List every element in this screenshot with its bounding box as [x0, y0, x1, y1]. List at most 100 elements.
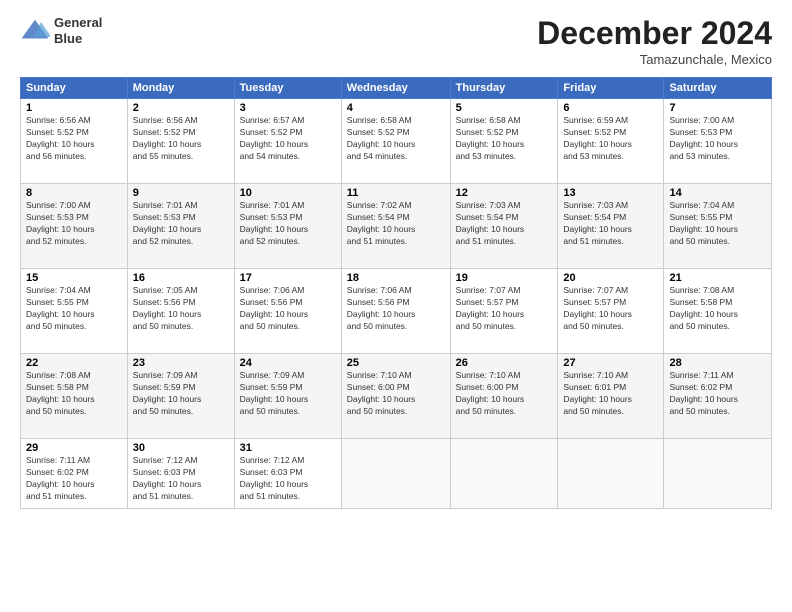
calendar-cell — [664, 439, 772, 509]
day-number: 8 — [26, 187, 122, 199]
day-number: 12 — [456, 187, 553, 199]
day-info: Sunrise: 7:04 AMSunset: 5:55 PMDaylight:… — [669, 200, 766, 248]
calendar-cell: 17Sunrise: 7:06 AMSunset: 5:56 PMDayligh… — [234, 269, 341, 354]
calendar-cell: 8Sunrise: 7:00 AMSunset: 5:53 PMDaylight… — [21, 184, 128, 269]
day-info: Sunrise: 7:12 AMSunset: 6:03 PMDaylight:… — [240, 455, 336, 503]
day-info: Sunrise: 7:09 AMSunset: 5:59 PMDaylight:… — [133, 370, 229, 418]
day-number: 25 — [347, 357, 445, 369]
day-info: Sunrise: 7:03 AMSunset: 5:54 PMDaylight:… — [563, 200, 658, 248]
logo-text: General Blue — [54, 15, 102, 46]
day-info: Sunrise: 7:08 AMSunset: 5:58 PMDaylight:… — [669, 285, 766, 333]
day-number: 19 — [456, 272, 553, 284]
day-info: Sunrise: 7:00 AMSunset: 5:53 PMDaylight:… — [26, 200, 122, 248]
day-info: Sunrise: 6:56 AMSunset: 5:52 PMDaylight:… — [26, 115, 122, 163]
calendar-cell: 10Sunrise: 7:01 AMSunset: 5:53 PMDayligh… — [234, 184, 341, 269]
calendar-cell — [341, 439, 450, 509]
day-info: Sunrise: 7:06 AMSunset: 5:56 PMDaylight:… — [347, 285, 445, 333]
day-info: Sunrise: 7:10 AMSunset: 6:00 PMDaylight:… — [456, 370, 553, 418]
day-number: 14 — [669, 187, 766, 199]
day-info: Sunrise: 7:07 AMSunset: 5:57 PMDaylight:… — [563, 285, 658, 333]
day-info: Sunrise: 6:56 AMSunset: 5:52 PMDaylight:… — [133, 115, 229, 163]
calendar-cell: 15Sunrise: 7:04 AMSunset: 5:55 PMDayligh… — [21, 269, 128, 354]
day-info: Sunrise: 7:03 AMSunset: 5:54 PMDaylight:… — [456, 200, 553, 248]
day-number: 7 — [669, 102, 766, 114]
day-number: 29 — [26, 442, 122, 454]
day-info: Sunrise: 6:59 AMSunset: 5:52 PMDaylight:… — [563, 115, 658, 163]
day-number: 5 — [456, 102, 553, 114]
calendar-cell: 25Sunrise: 7:10 AMSunset: 6:00 PMDayligh… — [341, 354, 450, 439]
day-number: 10 — [240, 187, 336, 199]
weekday-header: Sunday — [21, 78, 128, 99]
day-number: 26 — [456, 357, 553, 369]
calendar-cell: 22Sunrise: 7:08 AMSunset: 5:58 PMDayligh… — [21, 354, 128, 439]
day-info: Sunrise: 7:05 AMSunset: 5:56 PMDaylight:… — [133, 285, 229, 333]
logo-line2: Blue — [54, 31, 102, 47]
calendar-week-row: 22Sunrise: 7:08 AMSunset: 5:58 PMDayligh… — [21, 354, 772, 439]
day-number: 31 — [240, 442, 336, 454]
day-number: 9 — [133, 187, 229, 199]
day-info: Sunrise: 7:12 AMSunset: 6:03 PMDaylight:… — [133, 455, 229, 503]
calendar-cell: 6Sunrise: 6:59 AMSunset: 5:52 PMDaylight… — [558, 99, 664, 184]
header: General Blue December 2024 Tamazunchale,… — [20, 15, 772, 67]
day-number: 13 — [563, 187, 658, 199]
day-info: Sunrise: 7:10 AMSunset: 6:01 PMDaylight:… — [563, 370, 658, 418]
calendar-cell: 13Sunrise: 7:03 AMSunset: 5:54 PMDayligh… — [558, 184, 664, 269]
day-info: Sunrise: 7:02 AMSunset: 5:54 PMDaylight:… — [347, 200, 445, 248]
day-number: 22 — [26, 357, 122, 369]
calendar-cell: 3Sunrise: 6:57 AMSunset: 5:52 PMDaylight… — [234, 99, 341, 184]
day-number: 11 — [347, 187, 445, 199]
calendar-cell: 7Sunrise: 7:00 AMSunset: 5:53 PMDaylight… — [664, 99, 772, 184]
calendar-week-row: 8Sunrise: 7:00 AMSunset: 5:53 PMDaylight… — [21, 184, 772, 269]
day-number: 20 — [563, 272, 658, 284]
location: Tamazunchale, Mexico — [537, 52, 772, 67]
calendar-header-row: SundayMondayTuesdayWednesdayThursdayFrid… — [21, 78, 772, 99]
day-number: 24 — [240, 357, 336, 369]
day-info: Sunrise: 7:06 AMSunset: 5:56 PMDaylight:… — [240, 285, 336, 333]
day-number: 23 — [133, 357, 229, 369]
calendar-cell: 2Sunrise: 6:56 AMSunset: 5:52 PMDaylight… — [127, 99, 234, 184]
day-number: 3 — [240, 102, 336, 114]
day-number: 6 — [563, 102, 658, 114]
calendar-cell: 1Sunrise: 6:56 AMSunset: 5:52 PMDaylight… — [21, 99, 128, 184]
calendar-cell: 24Sunrise: 7:09 AMSunset: 5:59 PMDayligh… — [234, 354, 341, 439]
calendar-cell: 5Sunrise: 6:58 AMSunset: 5:52 PMDaylight… — [450, 99, 558, 184]
day-info: Sunrise: 7:11 AMSunset: 6:02 PMDaylight:… — [669, 370, 766, 418]
calendar-cell — [450, 439, 558, 509]
calendar-cell: 21Sunrise: 7:08 AMSunset: 5:58 PMDayligh… — [664, 269, 772, 354]
day-info: Sunrise: 7:00 AMSunset: 5:53 PMDaylight:… — [669, 115, 766, 163]
calendar-week-row: 1Sunrise: 6:56 AMSunset: 5:52 PMDaylight… — [21, 99, 772, 184]
weekday-header: Thursday — [450, 78, 558, 99]
calendar-week-row: 15Sunrise: 7:04 AMSunset: 5:55 PMDayligh… — [21, 269, 772, 354]
calendar-cell: 26Sunrise: 7:10 AMSunset: 6:00 PMDayligh… — [450, 354, 558, 439]
calendar-cell: 29Sunrise: 7:11 AMSunset: 6:02 PMDayligh… — [21, 439, 128, 509]
calendar-cell: 14Sunrise: 7:04 AMSunset: 5:55 PMDayligh… — [664, 184, 772, 269]
day-info: Sunrise: 7:08 AMSunset: 5:58 PMDaylight:… — [26, 370, 122, 418]
day-number: 30 — [133, 442, 229, 454]
calendar-cell: 4Sunrise: 6:58 AMSunset: 5:52 PMDaylight… — [341, 99, 450, 184]
logo-line1: General — [54, 15, 102, 31]
day-info: Sunrise: 7:07 AMSunset: 5:57 PMDaylight:… — [456, 285, 553, 333]
logo: General Blue — [20, 15, 102, 46]
calendar-cell: 11Sunrise: 7:02 AMSunset: 5:54 PMDayligh… — [341, 184, 450, 269]
day-number: 18 — [347, 272, 445, 284]
calendar-cell: 28Sunrise: 7:11 AMSunset: 6:02 PMDayligh… — [664, 354, 772, 439]
calendar-week-row: 29Sunrise: 7:11 AMSunset: 6:02 PMDayligh… — [21, 439, 772, 509]
day-info: Sunrise: 7:04 AMSunset: 5:55 PMDaylight:… — [26, 285, 122, 333]
day-info: Sunrise: 7:01 AMSunset: 5:53 PMDaylight:… — [240, 200, 336, 248]
calendar-cell: 27Sunrise: 7:10 AMSunset: 6:01 PMDayligh… — [558, 354, 664, 439]
day-number: 2 — [133, 102, 229, 114]
day-info: Sunrise: 7:11 AMSunset: 6:02 PMDaylight:… — [26, 455, 122, 503]
weekday-header: Tuesday — [234, 78, 341, 99]
weekday-header: Wednesday — [341, 78, 450, 99]
calendar-cell: 16Sunrise: 7:05 AMSunset: 5:56 PMDayligh… — [127, 269, 234, 354]
calendar: SundayMondayTuesdayWednesdayThursdayFrid… — [20, 77, 772, 509]
calendar-cell: 23Sunrise: 7:09 AMSunset: 5:59 PMDayligh… — [127, 354, 234, 439]
day-info: Sunrise: 7:01 AMSunset: 5:53 PMDaylight:… — [133, 200, 229, 248]
calendar-cell: 31Sunrise: 7:12 AMSunset: 6:03 PMDayligh… — [234, 439, 341, 509]
day-info: Sunrise: 7:10 AMSunset: 6:00 PMDaylight:… — [347, 370, 445, 418]
day-number: 21 — [669, 272, 766, 284]
logo-icon — [20, 16, 50, 46]
day-number: 4 — [347, 102, 445, 114]
page: General Blue December 2024 Tamazunchale,… — [0, 0, 792, 612]
day-info: Sunrise: 7:09 AMSunset: 5:59 PMDaylight:… — [240, 370, 336, 418]
